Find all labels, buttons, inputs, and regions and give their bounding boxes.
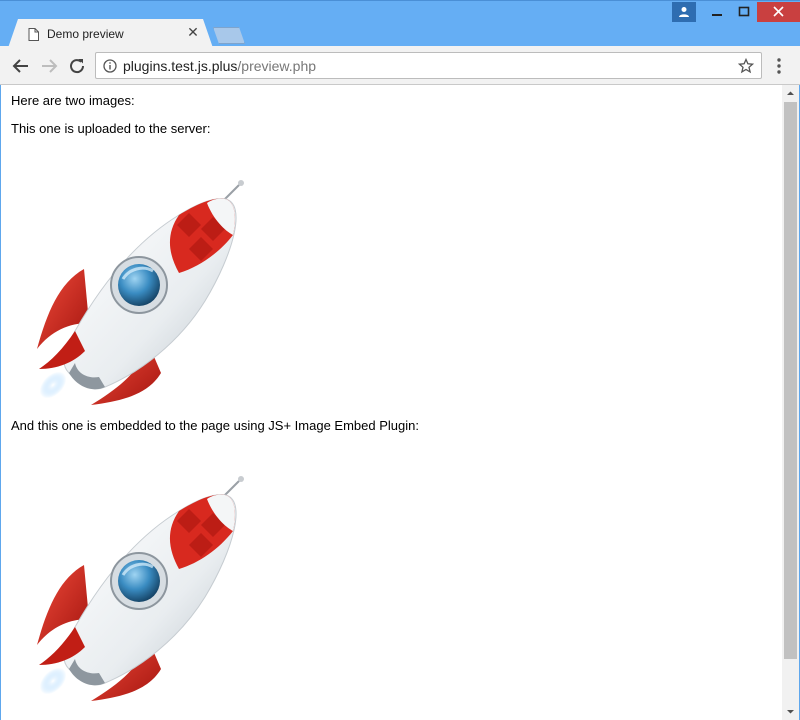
page-viewport: Here are two images: This one is uploade… [1, 85, 799, 720]
info-icon[interactable] [103, 59, 117, 73]
scrollbar-thumb[interactable] [784, 102, 797, 659]
tab-title: Demo preview [47, 27, 124, 41]
address-bar[interactable]: plugins.test.js.plus/preview.php [95, 52, 762, 79]
close-icon[interactable] [757, 2, 800, 22]
bookmark-star-icon[interactable] [738, 58, 754, 74]
back-arrow-icon[interactable] [10, 55, 32, 77]
document-icon [28, 28, 39, 41]
minimize-icon[interactable] [704, 2, 730, 22]
scroll-down-arrow-icon[interactable] [782, 703, 799, 720]
url-domain: plugins.test.js.plus [123, 58, 238, 74]
browser-toolbar: plugins.test.js.plus/preview.php [0, 46, 800, 85]
reload-icon[interactable] [66, 55, 88, 77]
tab-demo-preview[interactable]: Demo preview ✕ [8, 19, 213, 48]
embedded-caption: And this one is embedded to the page usi… [11, 418, 419, 433]
window-titlebar: Demo preview ✕ [0, 0, 800, 48]
url-path: /preview.php [237, 58, 317, 74]
url-text: plugins.test.js.plus/preview.php [123, 58, 316, 74]
user-icon[interactable] [672, 2, 696, 22]
new-tab-button[interactable] [213, 27, 245, 44]
forward-arrow-icon[interactable] [38, 55, 60, 77]
intro-text: Here are two images: [11, 93, 135, 108]
vertical-scrollbar[interactable] [782, 85, 799, 720]
uploaded-caption: This one is uploaded to the server: [11, 121, 211, 136]
rocket-image-uploaded [37, 180, 244, 405]
rocket-image-embedded [37, 476, 244, 701]
tab-close-icon[interactable]: ✕ [186, 25, 200, 39]
scroll-up-arrow-icon[interactable] [782, 85, 799, 102]
maximize-icon[interactable] [731, 2, 757, 22]
menu-dots-icon[interactable] [772, 56, 786, 76]
